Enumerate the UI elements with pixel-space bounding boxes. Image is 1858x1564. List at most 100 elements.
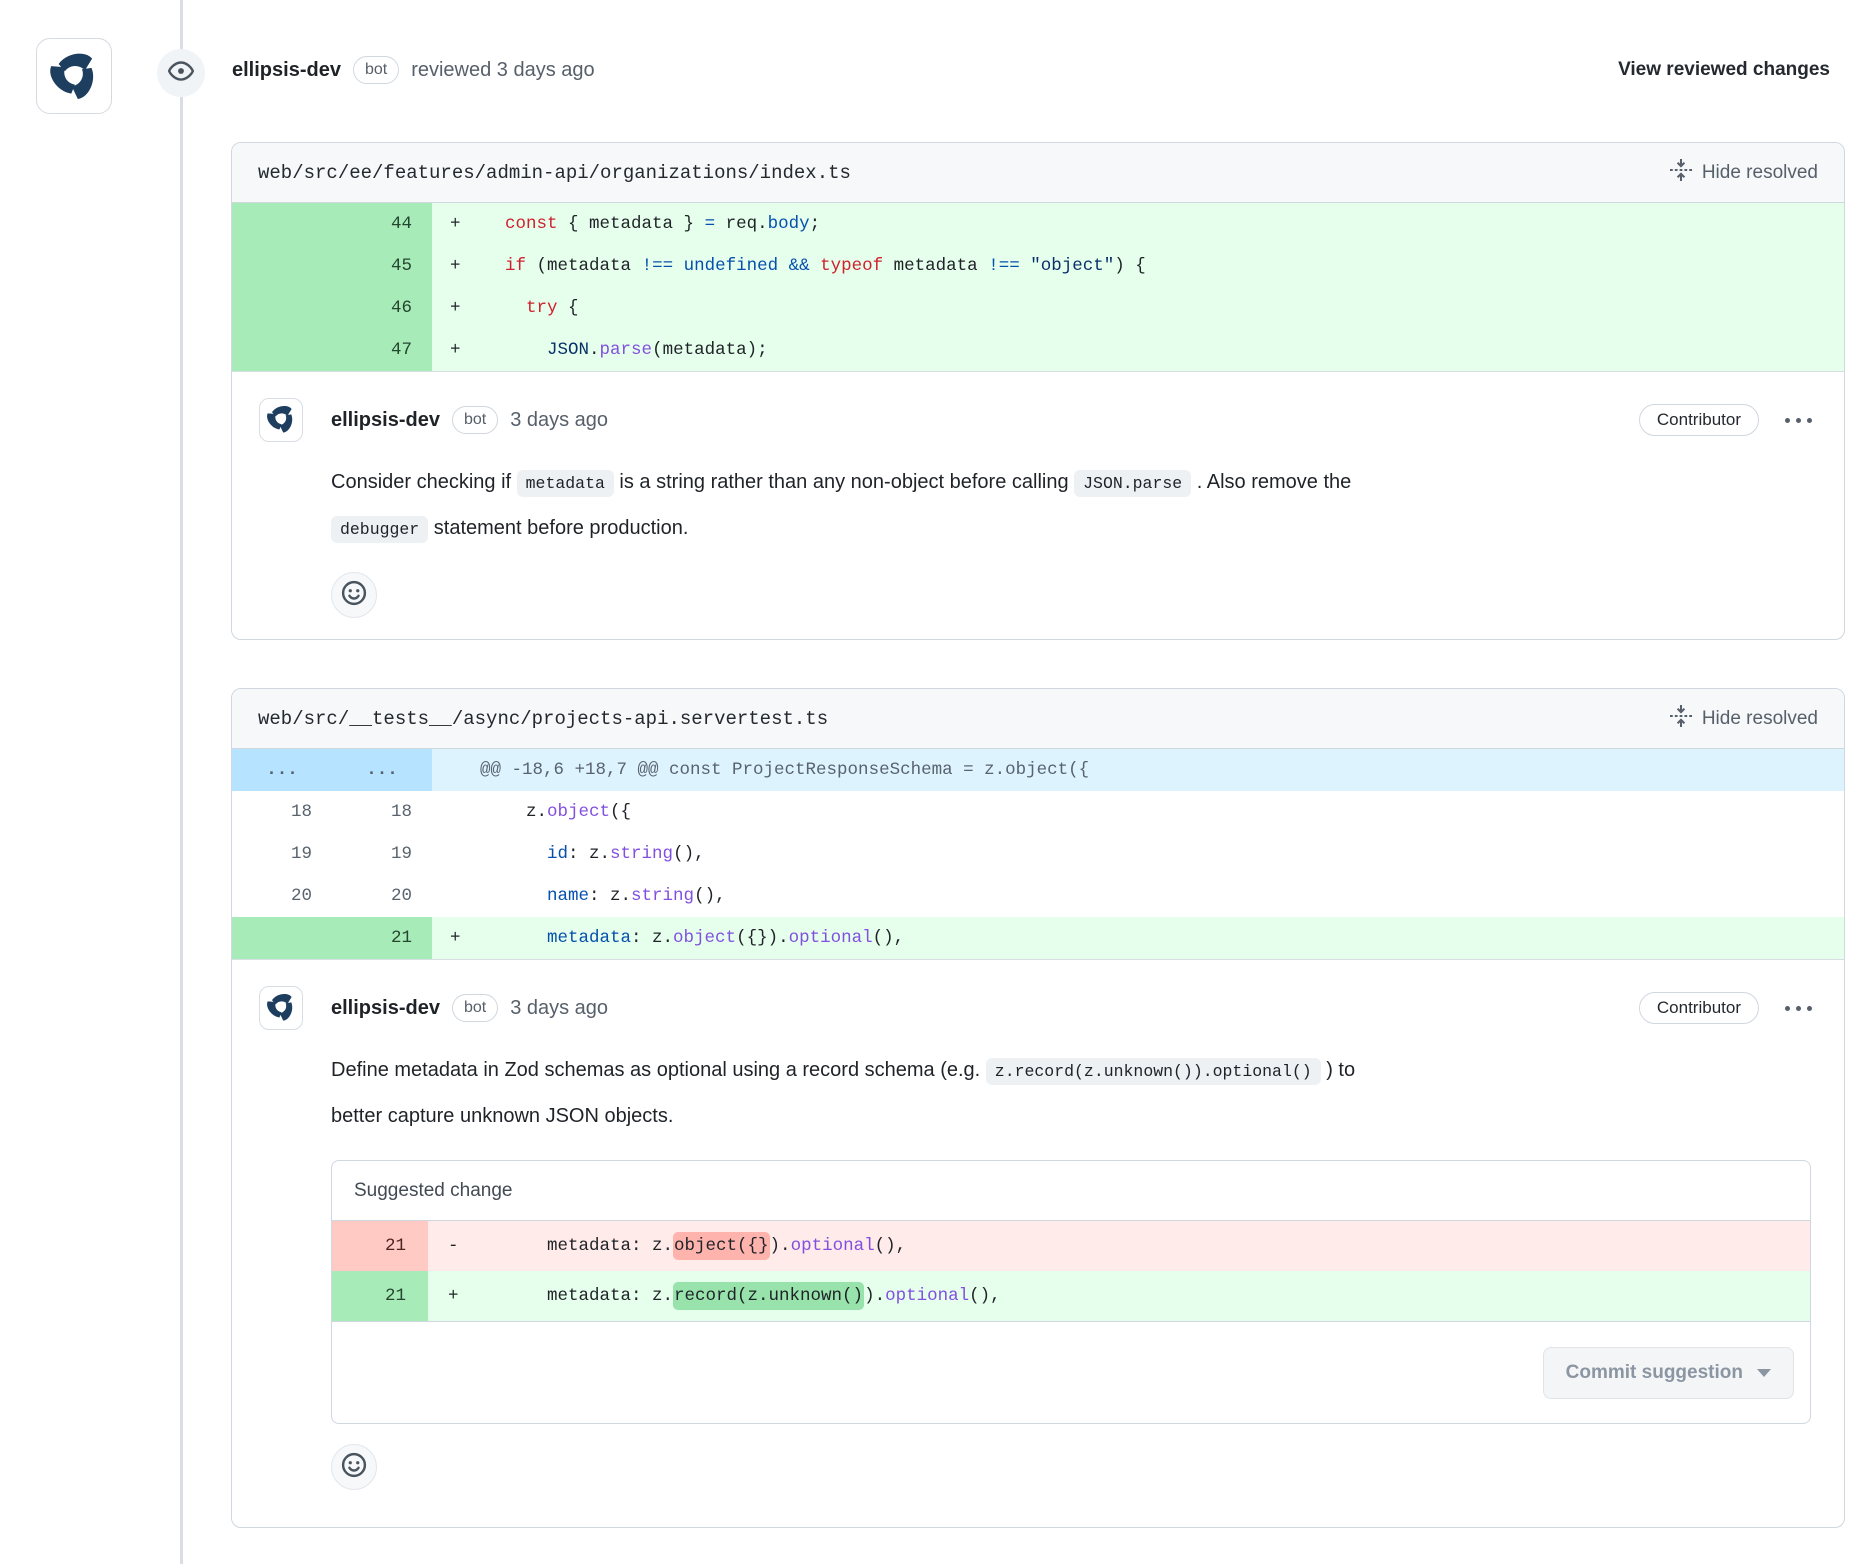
line-number: 21 xyxy=(332,1221,428,1271)
review-action-text: reviewed 3 days ago xyxy=(411,59,594,82)
old-line-number xyxy=(232,917,332,959)
smiley-icon xyxy=(341,580,367,611)
new-line-number: 44 xyxy=(332,203,432,245)
ellipsis-logo-icon xyxy=(45,45,103,108)
bot-badge: bot xyxy=(452,406,498,434)
old-line-number xyxy=(232,287,332,329)
code-line: name: z.string(), xyxy=(484,875,1844,917)
view-reviewed-changes-link[interactable]: View reviewed changes xyxy=(1618,59,1830,81)
suggested-change-title: Suggested change xyxy=(332,1161,1810,1221)
hunk-header-row: ... ... @@ -18,6 +18,7 @@ const ProjectR… xyxy=(232,749,1844,791)
code-line: metadata: z.object({}).optional(), xyxy=(484,1221,1810,1271)
code-line: id: z.string(), xyxy=(484,833,1844,875)
old-line-number: 19 xyxy=(232,833,332,875)
contributor-badge: Contributor xyxy=(1639,404,1759,436)
timeline-line xyxy=(180,0,183,1564)
ellipsis-logo-icon xyxy=(264,989,298,1028)
file-path-link[interactable]: web/src/ee/features/admin-api/organizati… xyxy=(258,162,851,184)
comment-avatar[interactable] xyxy=(259,398,303,442)
review-comment-1: ellipsis-dev bot 3 days ago Contributor … xyxy=(232,372,1844,618)
comment-author[interactable]: ellipsis-dev xyxy=(331,409,440,432)
diff-block-1: 44 + const { metadata } = req.body; 45 +… xyxy=(232,203,1844,372)
suggestion-added-line: 21 + metadata: z.record(z.unknown()).opt… xyxy=(332,1271,1810,1321)
kebab-menu-icon[interactable] xyxy=(1783,1000,1814,1017)
hide-resolved-button[interactable]: Hide resolved xyxy=(1670,159,1818,187)
comment-timestamp[interactable]: 3 days ago xyxy=(510,997,608,1020)
diff-marker: + xyxy=(432,287,484,329)
diff-marker: + xyxy=(432,917,484,959)
comment-body: Define metadata in Zod schemas as option… xyxy=(331,1048,1810,1138)
hunk-gutter: ... xyxy=(332,749,432,791)
diff-line-added: 45 + if (metadata !== undefined && typeo… xyxy=(232,245,1844,287)
code-line: metadata: z.object({}).optional(), xyxy=(484,917,1844,959)
comment-author[interactable]: ellipsis-dev xyxy=(331,997,440,1020)
code-line: metadata: z.record(z.unknown()).optional… xyxy=(484,1271,1810,1321)
code-line: const { metadata } = req.body; xyxy=(484,203,1844,245)
diff-marker: - xyxy=(428,1221,484,1271)
smiley-icon xyxy=(341,1452,367,1483)
contributor-badge: Contributor xyxy=(1639,992,1759,1024)
chevron-down-icon xyxy=(1757,1369,1771,1377)
review-author[interactable]: ellipsis-dev xyxy=(232,59,341,82)
diff-line-context: 19 19 id: z.string(), xyxy=(232,833,1844,875)
hide-resolved-label: Hide resolved xyxy=(1702,708,1818,730)
diff-block-2: ... ... @@ -18,6 +18,7 @@ const ProjectR… xyxy=(232,749,1844,960)
bot-badge: bot xyxy=(353,56,399,84)
suggested-change-block: Suggested change 21 - metadata: z.object… xyxy=(331,1160,1811,1424)
comment-timestamp[interactable]: 3 days ago xyxy=(510,409,608,432)
comment-body: Consider checking if metadata is a strin… xyxy=(331,460,1810,552)
suggestion-deleted-line: 21 - metadata: z.object({}).optional(), xyxy=(332,1221,1810,1271)
code-line: z.object({ xyxy=(484,791,1844,833)
old-line-number xyxy=(232,203,332,245)
comment-header: ellipsis-dev bot 3 days ago Contributor xyxy=(259,398,1814,442)
fold-icon xyxy=(1670,159,1692,187)
new-line-number: 21 xyxy=(332,917,432,959)
diff-marker: + xyxy=(432,329,484,371)
diff-line-added: 44 + const { metadata } = req.body; xyxy=(232,203,1844,245)
diff-line-context: 20 20 name: z.string(), xyxy=(232,875,1844,917)
file-path-link[interactable]: web/src/__tests__/async/projects-api.ser… xyxy=(258,708,828,730)
diff-marker xyxy=(432,791,484,833)
new-line-number: 19 xyxy=(332,833,432,875)
add-reaction-button[interactable] xyxy=(331,1444,377,1490)
old-line-number: 18 xyxy=(232,791,332,833)
commit-suggestion-button[interactable]: Commit suggestion xyxy=(1543,1347,1794,1399)
comment-avatar[interactable] xyxy=(259,986,303,1030)
diff-marker: + xyxy=(432,203,484,245)
diff-marker xyxy=(432,833,484,875)
suggestion-footer: Commit suggestion xyxy=(332,1321,1810,1423)
comment-header: ellipsis-dev bot 3 days ago Contributor xyxy=(259,986,1814,1030)
commit-suggestion-label: Commit suggestion xyxy=(1566,1362,1743,1384)
review-comment-2: ellipsis-dev bot 3 days ago Contributor … xyxy=(232,960,1844,1490)
file-header-1: web/src/ee/features/admin-api/organizati… xyxy=(232,143,1844,203)
code-line: JSON.parse(metadata); xyxy=(484,329,1844,371)
new-line-number: 18 xyxy=(332,791,432,833)
reviewer-avatar[interactable] xyxy=(36,38,112,114)
diff-line-added: 46 + try { xyxy=(232,287,1844,329)
diff-marker: + xyxy=(432,245,484,287)
old-line-number: 20 xyxy=(232,875,332,917)
old-line-number xyxy=(232,245,332,287)
file-header-2: web/src/__tests__/async/projects-api.ser… xyxy=(232,689,1844,749)
review-thread-card-2: web/src/__tests__/async/projects-api.ser… xyxy=(231,688,1845,1528)
bot-badge: bot xyxy=(452,994,498,1022)
hide-resolved-button[interactable]: Hide resolved xyxy=(1670,705,1818,733)
diff-marker: + xyxy=(428,1271,484,1321)
new-line-number: 46 xyxy=(332,287,432,329)
old-line-number xyxy=(232,329,332,371)
new-line-number: 47 xyxy=(332,329,432,371)
line-number: 21 xyxy=(332,1271,428,1321)
fold-icon xyxy=(1670,705,1692,733)
code-line: if (metadata !== undefined && typeof met… xyxy=(484,245,1844,287)
diff-marker xyxy=(432,875,484,917)
kebab-menu-icon[interactable] xyxy=(1783,412,1814,429)
eye-icon xyxy=(168,58,194,89)
new-line-number: 45 xyxy=(332,245,432,287)
diff-line-added: 21 + metadata: z.object({}).optional(), xyxy=(232,917,1844,959)
new-line-number: 20 xyxy=(332,875,432,917)
diff-line-added: 47 + JSON.parse(metadata); xyxy=(232,329,1844,371)
review-thread-card-1: web/src/ee/features/admin-api/organizati… xyxy=(231,142,1845,640)
add-reaction-button[interactable] xyxy=(331,572,377,618)
hide-resolved-label: Hide resolved xyxy=(1702,162,1818,184)
code-line: try { xyxy=(484,287,1844,329)
